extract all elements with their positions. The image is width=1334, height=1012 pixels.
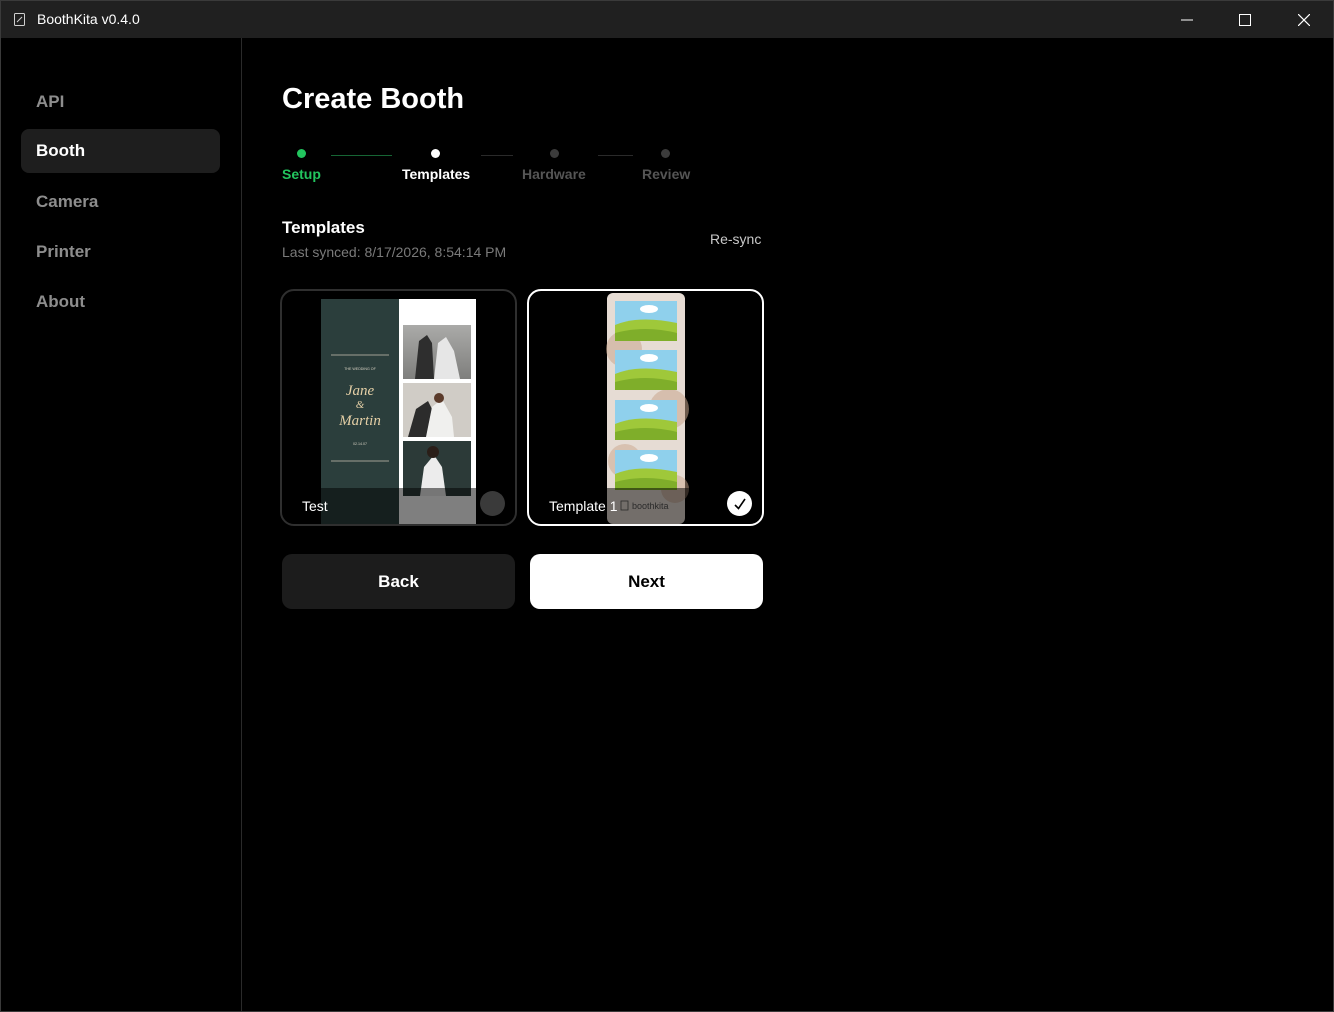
page-title: Create Booth [282,83,465,115]
invite-date: 02.14.07 [353,442,367,446]
last-synced-text: Last synced: 8/17/2026, 8:54:14 PM [282,244,507,260]
sidebar-item-api[interactable]: API [21,80,220,124]
sidebar-item-booth[interactable]: Booth [21,129,220,173]
step-hardware-label: Hardware [522,166,586,182]
step-review-dot [661,149,670,158]
close-icon [1298,13,1310,26]
resync-button[interactable]: Re-sync [710,231,761,247]
next-button[interactable]: Next [530,554,763,609]
step-review-label: Review [642,166,691,182]
invite-name-1: Jane [346,383,375,399]
step-templates-label: Templates [402,166,471,182]
window-title: BoothKita v0.4.0 [37,11,140,27]
close-button[interactable] [1275,1,1333,38]
minimize-icon [1181,19,1193,20]
sidebar-item-printer[interactable]: Printer [21,230,220,274]
app-icon [14,13,25,26]
maximize-button[interactable] [1216,1,1274,38]
sidebar-item-about[interactable]: About [21,280,220,324]
step-templates-dot [431,149,440,158]
step-connector-2 [481,155,513,156]
step-setup-label: Setup [282,166,321,182]
app-window: BoothKita v0.4.0 API Booth Camera Printe… [0,0,1334,1012]
templates-section-title: Templates [282,218,365,237]
template-card-test[interactable]: THE WEDDING OF Jane & Martin 02.14.07 Te… [280,289,517,526]
back-button[interactable]: Back [282,554,515,609]
step-setup-dot [297,149,306,158]
checkmark-icon [733,498,746,510]
sidebar-item-camera[interactable]: Camera [21,180,220,224]
template-radio-selected[interactable] [727,491,752,516]
template-card-label: Template 1 [549,498,618,514]
template-radio-unselected[interactable] [480,491,505,516]
minimize-button[interactable] [1158,1,1216,38]
title-bar[interactable]: BoothKita v0.4.0 [1,1,1333,38]
template-card-template-1[interactable]: boothkita Template 1 [527,289,764,526]
invite-small-text: THE WEDDING OF [344,367,376,371]
template-card-label: Test [302,498,328,514]
sidebar: API Booth Camera Printer About [1,38,242,1011]
maximize-icon [1239,13,1251,26]
invite-name-2: Martin [338,413,381,429]
step-hardware-dot [550,149,559,158]
invite-amp: & [356,399,365,411]
step-connector-3 [598,155,633,156]
step-connector-1 [331,155,392,156]
